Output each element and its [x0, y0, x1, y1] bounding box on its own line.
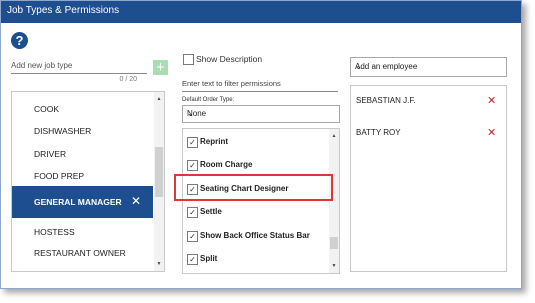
job-type-label: DRIVER	[34, 149, 67, 159]
permission-item[interactable]: ✓ Reprint	[183, 131, 327, 153]
show-description-checkbox[interactable]	[183, 54, 194, 65]
chevron-down-icon: ⌄	[187, 109, 194, 118]
list-item[interactable]: FOOD PREP	[12, 165, 153, 187]
employee-item: SEBASTIAN J.F. ✕	[351, 92, 506, 112]
permission-checkbox[interactable]: ✓	[187, 137, 198, 148]
title-bar: Job Types & Permissions	[1, 1, 521, 23]
list-item[interactable]: DISHWASHER	[12, 120, 153, 142]
permission-item[interactable]: ✓ Settle	[183, 201, 327, 223]
employee-name: BATTY ROY	[356, 128, 401, 137]
add-employee-select[interactable]: Add an employee ⌄	[350, 57, 507, 77]
chevron-down-icon: ⌄	[355, 62, 362, 71]
job-type-label: FOOD PREP	[34, 171, 85, 181]
employee-list: SEBASTIAN J.F. ✕ BATTY ROY ✕	[350, 85, 507, 272]
new-job-type-input[interactable]	[11, 57, 147, 74]
job-type-label: GENERAL MANAGER	[34, 197, 122, 207]
remove-employee-icon[interactable]: ✕	[487, 126, 496, 139]
permission-label: Split	[200, 254, 218, 263]
permission-item[interactable]: ✓ Show Back Office Status Bar	[183, 225, 327, 247]
remove-job-type-icon[interactable]: ✕	[131, 194, 141, 208]
job-list-scrollbar[interactable]: ▲ ▼	[154, 92, 164, 271]
scroll-down-icon[interactable]: ▼	[329, 261, 339, 271]
list-item[interactable]: COOK	[12, 98, 153, 120]
list-item[interactable]: RESTAURANT OWNER	[12, 242, 153, 264]
scroll-down-icon[interactable]: ▼	[154, 259, 164, 269]
scrollbar-thumb[interactable]	[155, 147, 163, 197]
order-type-label: Default Order Type:	[182, 97, 235, 103]
permission-item[interactable]: ✓ Split	[183, 248, 327, 270]
list-item-selected[interactable]: GENERAL MANAGER ✕	[12, 186, 153, 218]
job-type-label: RESTAURANT OWNER	[34, 248, 126, 258]
callout-highlight-box	[174, 174, 333, 201]
list-item[interactable]: HOSTESS	[12, 221, 153, 243]
permission-label: Settle	[200, 207, 222, 216]
permission-label: Show Back Office Status Bar	[200, 231, 310, 240]
job-type-label: HOSTESS	[34, 227, 75, 237]
permission-checkbox[interactable]: ✓	[187, 207, 198, 218]
list-item[interactable]: DRIVER	[12, 143, 153, 165]
permission-label: Reprint	[200, 137, 228, 146]
permission-label: Room Charge	[200, 160, 253, 169]
window-title: Job Types & Permissions	[7, 5, 120, 16]
help-icon[interactable]: ?	[11, 32, 28, 49]
permission-item[interactable]: ✓ Room Charge	[183, 154, 327, 176]
permission-list: ✓ Reprint ✓ Room Charge ✓ Seating Chart …	[182, 128, 340, 274]
show-description-label: Show Description	[196, 54, 263, 64]
job-type-label: COOK	[34, 104, 60, 114]
employee-name: SEBASTIAN J.F.	[356, 96, 416, 105]
order-type-select[interactable]: None ⌄	[182, 105, 340, 123]
permission-checkbox[interactable]: ✓	[187, 231, 198, 242]
scrollbar-thumb[interactable]	[330, 237, 338, 249]
permission-checkbox[interactable]: ✓	[187, 160, 198, 171]
remove-employee-icon[interactable]: ✕	[487, 94, 496, 107]
char-counter: 0 / 20	[119, 76, 137, 83]
scroll-up-icon[interactable]: ▲	[329, 131, 339, 141]
permission-filter-input[interactable]	[182, 75, 338, 92]
job-types-permissions-dialog: Job Types & Permissions ? 0 / 20 + COOK …	[0, 0, 522, 289]
scroll-up-icon[interactable]: ▲	[154, 94, 164, 104]
permission-checkbox[interactable]: ✓	[187, 254, 198, 265]
job-type-list: COOK DISHWASHER DRIVER FOOD PREP GENERAL…	[11, 91, 165, 272]
permission-list-scrollbar[interactable]: ▲ ▼	[329, 129, 339, 273]
employee-item: BATTY ROY ✕	[351, 124, 506, 144]
add-job-type-button[interactable]: +	[153, 60, 168, 75]
job-type-label: DISHWASHER	[34, 126, 92, 136]
